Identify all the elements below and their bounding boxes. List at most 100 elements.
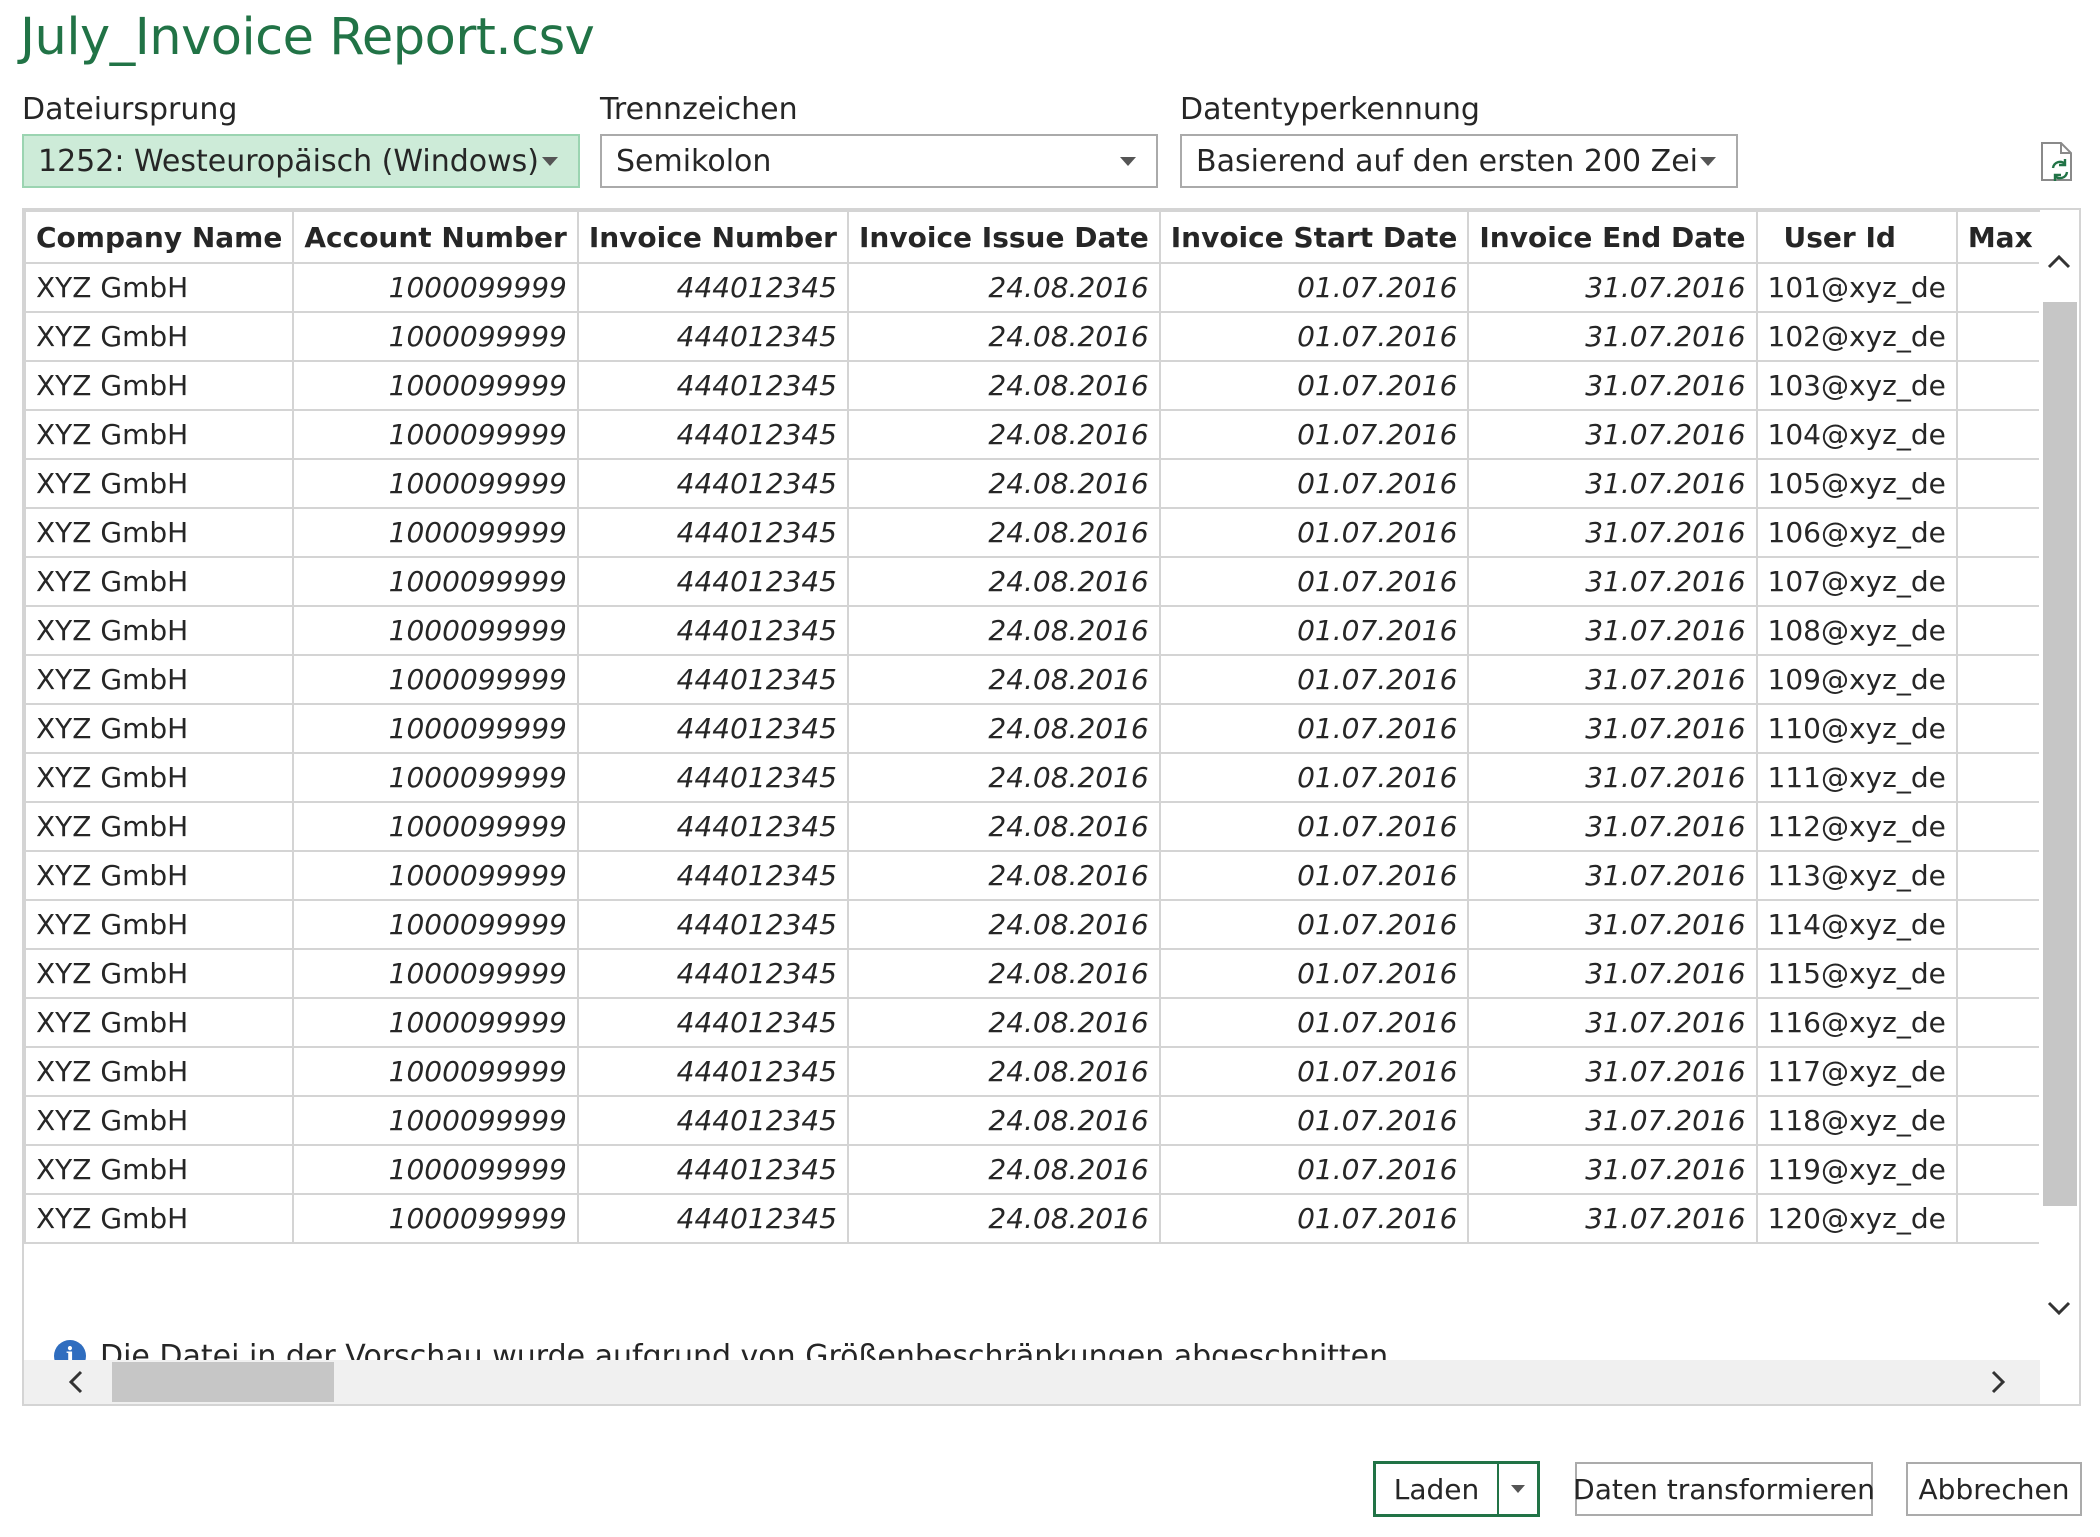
- table-cell[interactable]: 109@xyz_de: [1755, 654, 1958, 705]
- table-cell[interactable]: 110@xyz_de: [1755, 703, 1958, 754]
- table-cell[interactable]: 31.07.2016: [1467, 409, 1758, 460]
- table-cell[interactable]: 1000099999: [292, 899, 579, 950]
- column-header[interactable]: Invoice Start Date: [1158, 210, 1470, 264]
- table-cell[interactable]: [1955, 899, 2040, 950]
- table-cell[interactable]: 24.08.2016: [847, 801, 1161, 852]
- table-cell[interactable]: 01.07.2016: [1158, 605, 1470, 656]
- table-cell[interactable]: 24.08.2016: [847, 752, 1161, 803]
- table-cell[interactable]: XYZ GmbH: [24, 605, 295, 656]
- table-cell[interactable]: 31.07.2016: [1467, 507, 1758, 558]
- table-cell[interactable]: 113@xyz_de: [1755, 850, 1958, 901]
- load-button[interactable]: Laden: [1376, 1464, 1499, 1514]
- table-cell[interactable]: XYZ GmbH: [24, 801, 295, 852]
- table-cell[interactable]: 1000099999: [292, 703, 579, 754]
- table-cell[interactable]: XYZ GmbH: [24, 458, 295, 509]
- table-cell[interactable]: 24.08.2016: [847, 1095, 1161, 1146]
- chevron-left-icon[interactable]: [64, 1370, 88, 1394]
- file-origin-dropdown[interactable]: 1252: Westeuropäisch (Windows): [22, 134, 580, 188]
- table-cell[interactable]: 107@xyz_de: [1755, 556, 1958, 607]
- table-cell[interactable]: 31.07.2016: [1467, 556, 1758, 607]
- table-cell[interactable]: 31.07.2016: [1467, 360, 1758, 411]
- table-cell[interactable]: [1955, 801, 2040, 852]
- table-cell[interactable]: 444012345: [576, 850, 850, 901]
- table-cell[interactable]: 444012345: [576, 997, 850, 1048]
- table-cell[interactable]: 444012345: [576, 311, 850, 362]
- table-cell[interactable]: 31.07.2016: [1467, 654, 1758, 705]
- column-header[interactable]: Max User Ref: [1955, 210, 2040, 264]
- table-cell[interactable]: 01.07.2016: [1158, 801, 1470, 852]
- table-cell[interactable]: XYZ GmbH: [24, 507, 295, 558]
- table-cell[interactable]: 31.07.2016: [1467, 997, 1758, 1048]
- table-cell[interactable]: XYZ GmbH: [24, 752, 295, 803]
- table-cell[interactable]: 24.08.2016: [847, 360, 1161, 411]
- table-cell[interactable]: 1000099999: [292, 1144, 579, 1195]
- table-cell[interactable]: 444012345: [576, 1193, 850, 1244]
- table-cell[interactable]: 444012345: [576, 360, 850, 411]
- table-cell[interactable]: [1955, 262, 2040, 313]
- table-cell[interactable]: 1000099999: [292, 948, 579, 999]
- refresh-file-icon[interactable]: [2040, 142, 2074, 182]
- table-cell[interactable]: 24.08.2016: [847, 458, 1161, 509]
- load-split-button[interactable]: Laden: [1373, 1461, 1540, 1517]
- table-cell[interactable]: 24.08.2016: [847, 948, 1161, 999]
- table-cell[interactable]: 31.07.2016: [1467, 801, 1758, 852]
- table-cell[interactable]: 24.08.2016: [847, 899, 1161, 950]
- table-cell[interactable]: 1000099999: [292, 752, 579, 803]
- table-cell[interactable]: 101@xyz_de: [1755, 262, 1958, 313]
- table-cell[interactable]: [1955, 703, 2040, 754]
- table-cell[interactable]: 31.07.2016: [1467, 1144, 1758, 1195]
- table-cell[interactable]: 24.08.2016: [847, 1046, 1161, 1097]
- table-cell[interactable]: 444012345: [576, 507, 850, 558]
- table-cell[interactable]: 01.07.2016: [1158, 1144, 1470, 1195]
- table-cell[interactable]: 24.08.2016: [847, 556, 1161, 607]
- table-cell[interactable]: [1955, 997, 2040, 1048]
- table-cell[interactable]: 01.07.2016: [1158, 458, 1470, 509]
- table-cell[interactable]: 104@xyz_de: [1755, 409, 1958, 460]
- table-cell[interactable]: 31.07.2016: [1467, 948, 1758, 999]
- table-cell[interactable]: 444012345: [576, 1095, 850, 1146]
- column-header[interactable]: Invoice End Date: [1467, 210, 1758, 264]
- table-cell[interactable]: 1000099999: [292, 360, 579, 411]
- table-cell[interactable]: 24.08.2016: [847, 262, 1161, 313]
- table-cell[interactable]: 01.07.2016: [1158, 1193, 1470, 1244]
- table-cell[interactable]: 31.07.2016: [1467, 752, 1758, 803]
- table-cell[interactable]: 112@xyz_de: [1755, 801, 1958, 852]
- table-cell[interactable]: 444012345: [576, 1144, 850, 1195]
- table-cell[interactable]: 444012345: [576, 1046, 850, 1097]
- vertical-scroll-thumb[interactable]: [2043, 302, 2077, 1206]
- column-header[interactable]: Invoice Issue Date: [847, 210, 1161, 264]
- table-cell[interactable]: 01.07.2016: [1158, 654, 1470, 705]
- table-cell[interactable]: XYZ GmbH: [24, 1095, 295, 1146]
- column-header[interactable]: Invoice Number: [576, 210, 850, 264]
- table-cell[interactable]: 444012345: [576, 458, 850, 509]
- table-cell[interactable]: 24.08.2016: [847, 409, 1161, 460]
- column-header[interactable]: Account Number: [292, 210, 579, 264]
- table-cell[interactable]: 1000099999: [292, 654, 579, 705]
- table-cell[interactable]: [1955, 458, 2040, 509]
- table-cell[interactable]: 31.07.2016: [1467, 1095, 1758, 1146]
- table-cell[interactable]: 1000099999: [292, 1095, 579, 1146]
- table-cell[interactable]: 1000099999: [292, 801, 579, 852]
- table-cell[interactable]: 24.08.2016: [847, 1144, 1161, 1195]
- table-cell[interactable]: 444012345: [576, 409, 850, 460]
- transform-data-button[interactable]: Daten transformieren: [1573, 1462, 1875, 1516]
- table-cell[interactable]: 01.07.2016: [1158, 1046, 1470, 1097]
- table-cell[interactable]: 103@xyz_de: [1755, 360, 1958, 411]
- table-cell[interactable]: 114@xyz_de: [1755, 899, 1958, 950]
- table-cell[interactable]: XYZ GmbH: [24, 1193, 295, 1244]
- table-cell[interactable]: 31.07.2016: [1467, 311, 1758, 362]
- table-cell[interactable]: [1955, 1095, 2040, 1146]
- column-header[interactable]: User Id: [1755, 210, 1958, 264]
- cancel-button[interactable]: Abbrechen: [1906, 1462, 2082, 1516]
- table-cell[interactable]: XYZ GmbH: [24, 899, 295, 950]
- table-cell[interactable]: XYZ GmbH: [24, 360, 295, 411]
- column-header[interactable]: Company Name: [24, 210, 295, 264]
- chevron-right-icon[interactable]: [1986, 1370, 2010, 1394]
- table-cell[interactable]: 444012345: [576, 262, 850, 313]
- table-cell[interactable]: 24.08.2016: [847, 654, 1161, 705]
- table-cell[interactable]: 01.07.2016: [1158, 409, 1470, 460]
- load-options-button[interactable]: [1499, 1464, 1537, 1514]
- table-cell[interactable]: 24.08.2016: [847, 1193, 1161, 1244]
- table-cell[interactable]: 31.07.2016: [1467, 1193, 1758, 1244]
- table-cell[interactable]: 31.07.2016: [1467, 1046, 1758, 1097]
